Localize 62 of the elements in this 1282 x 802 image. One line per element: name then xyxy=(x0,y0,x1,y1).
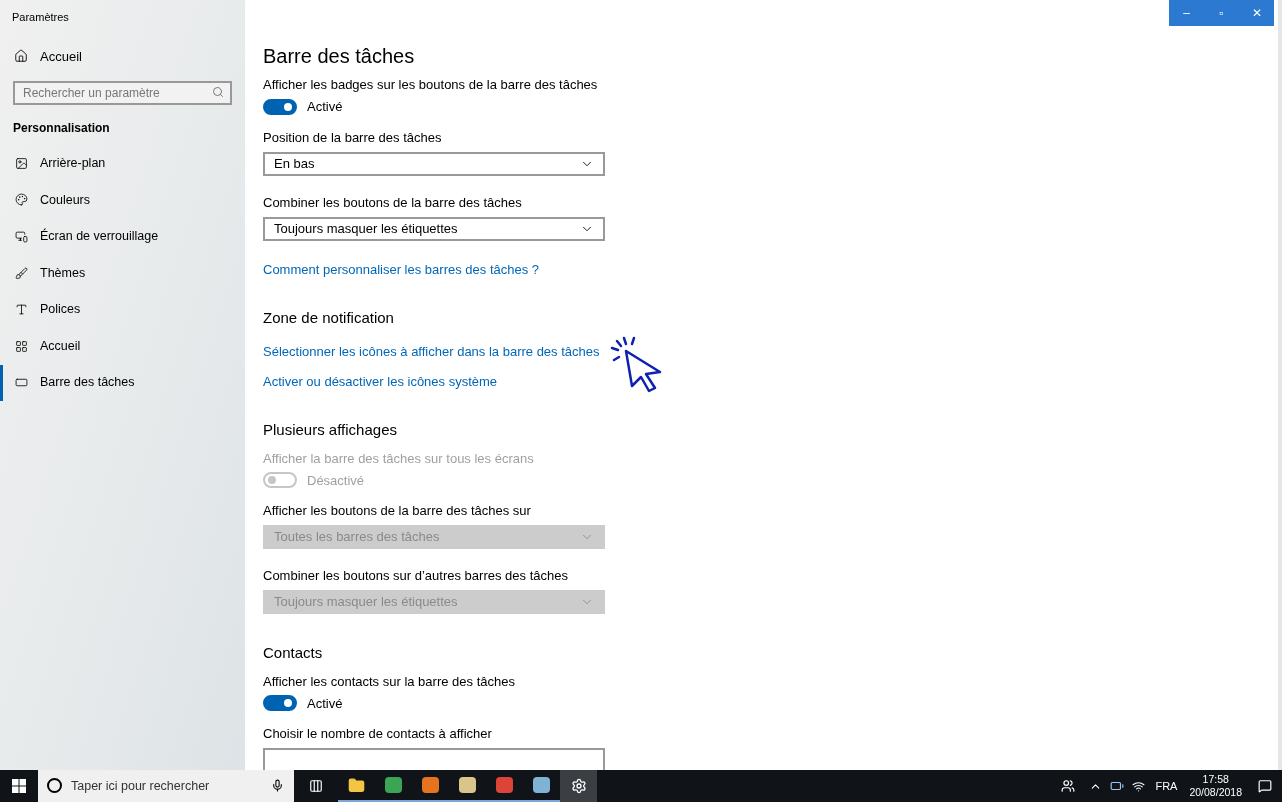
sidebar-item[interactable]: Couleurs xyxy=(0,181,245,219)
clock[interactable]: 17:58 20/08/2018 xyxy=(1189,773,1242,799)
language-indicator[interactable]: FRA xyxy=(1155,777,1178,795)
task-view-icon xyxy=(309,779,323,793)
setting-label: Combiner les boutons sur d’autres barres des tâches xyxy=(263,567,568,585)
toggle-state: Activé xyxy=(307,98,343,116)
microphone-icon xyxy=(271,779,284,792)
picture-icon xyxy=(15,156,28,170)
restore-button[interactable]: ▫ xyxy=(1204,0,1239,26)
dropdown[interactable]: Toujours masquer les étiquettes xyxy=(263,216,605,241)
app-icon xyxy=(385,777,402,793)
dropdown[interactable]: En bas xyxy=(263,151,605,176)
section-heading: Contacts xyxy=(263,643,323,663)
sidebar-item[interactable]: Arrière-plan xyxy=(0,145,245,182)
sidebar-item[interactable]: Thèmes xyxy=(0,254,245,292)
settings-app-button[interactable] xyxy=(560,770,597,802)
window-title: Paramètres xyxy=(11,10,70,25)
toggle-state: Activé xyxy=(307,694,343,713)
setting-label: Position de la barre des tâches xyxy=(263,128,442,147)
app-icon xyxy=(422,777,439,793)
page-title: Barre des tâches xyxy=(263,44,415,68)
sidebar-item[interactable]: Accueil xyxy=(0,327,245,365)
section-heading: Personnalisation xyxy=(12,120,111,137)
setting-label: Afficher les boutons de la barre des tâches sur xyxy=(263,502,531,520)
link[interactable]: Comment personnaliser les barres des tâches ? xyxy=(263,260,540,279)
app-icon xyxy=(533,777,550,793)
toggle-state: Désactivé xyxy=(307,471,365,490)
brush-icon xyxy=(15,266,28,280)
sidebar-item[interactable]: Barre des tâches xyxy=(0,364,245,402)
monitor-icon xyxy=(15,230,28,243)
minimize-button[interactable]: – xyxy=(1169,0,1204,26)
setting-label: Afficher la barre des tâches sur tous les écrans xyxy=(263,449,534,468)
taskbar-search-field[interactable]: Taper ici pour rechercher xyxy=(38,770,294,802)
section-heading: Plusieurs affichages xyxy=(263,420,397,440)
app-icon xyxy=(496,777,513,793)
search-field[interactable]: Rechercher un paramètre xyxy=(13,81,232,105)
setting-label: Afficher les contacts sur la barre des tâches xyxy=(263,672,515,691)
toggle-switch[interactable] xyxy=(263,98,297,115)
grid-icon xyxy=(15,339,28,353)
link[interactable]: Activer ou désactiver les icônes système xyxy=(263,373,498,391)
sidebar-item[interactable]: Polices xyxy=(0,291,245,328)
battery-icon[interactable] xyxy=(1110,779,1125,793)
wifi-icon[interactable] xyxy=(1132,779,1146,793)
font-icon xyxy=(15,303,28,317)
windows-logo-icon xyxy=(12,779,26,793)
sidebar-item[interactable]: Écran de verrouillage xyxy=(0,218,245,255)
home-link[interactable]: Accueil xyxy=(40,46,82,66)
setting-label: Afficher les badges sur les boutons de la barre des tâches xyxy=(263,76,598,94)
link[interactable]: Sélectionner les icônes à afficher dans la barre des tâches xyxy=(263,343,600,361)
search-icon xyxy=(212,86,224,98)
app-icon xyxy=(459,777,476,793)
palette-icon xyxy=(15,193,28,207)
close-button[interactable]: ✕ xyxy=(1239,0,1274,26)
section-heading: Zone de notification xyxy=(263,307,394,328)
people-icon[interactable] xyxy=(1061,779,1076,793)
setting-label: Choisir le nombre de contacts à afficher xyxy=(263,725,492,743)
toggle-switch[interactable] xyxy=(263,695,297,712)
folder-icon xyxy=(348,776,365,794)
gear-icon xyxy=(570,778,587,794)
setting-label: Combiner les boutons de la barre des tâches xyxy=(263,193,522,212)
notification-icon[interactable] xyxy=(1258,779,1272,793)
home-icon xyxy=(14,49,28,64)
